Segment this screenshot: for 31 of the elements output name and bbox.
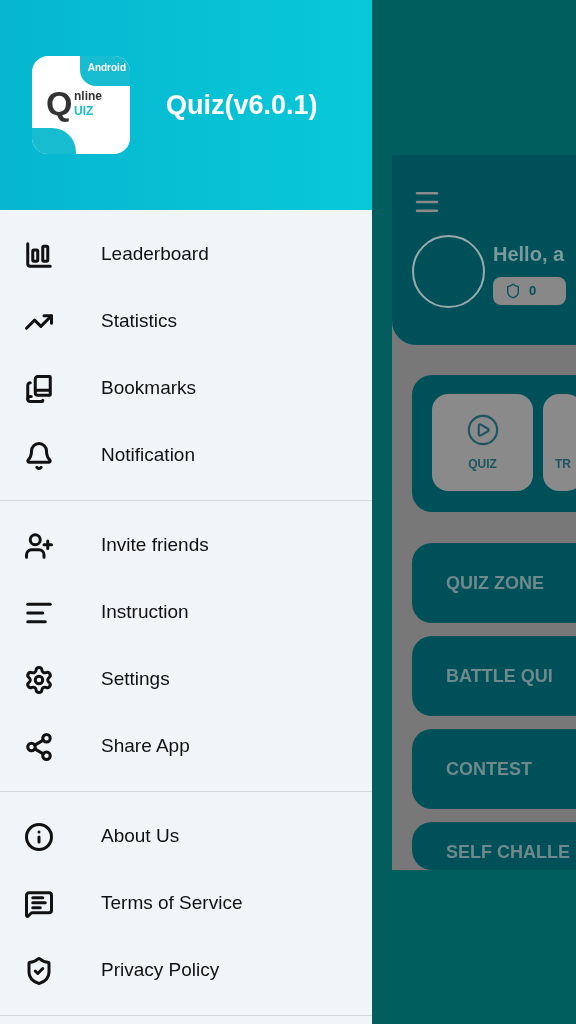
- menu-item[interactable]: Instruction: [0, 579, 372, 646]
- menu-item[interactable]: Settings: [0, 646, 372, 713]
- logo-badge-text: Android: [87, 61, 126, 75]
- app-title: Quiz(v6.0.1): [166, 88, 318, 122]
- logo-splash: [32, 128, 76, 154]
- info-icon: [24, 821, 54, 852]
- bell-icon: [24, 440, 54, 471]
- coin-badge: 0: [493, 277, 566, 305]
- greeting-text: Hello, a: [493, 242, 566, 267]
- menu-item[interactable]: Share App: [0, 713, 372, 780]
- logo-splash: [80, 56, 130, 86]
- bar-chart-icon: [24, 239, 54, 270]
- menu-item[interactable]: Notification: [0, 422, 372, 489]
- logo-word: UIZ: [74, 105, 94, 117]
- play-icon: [465, 412, 500, 447]
- share-icon: [24, 731, 54, 762]
- menu-item[interactable]: Statistics: [0, 288, 372, 355]
- shield-check-icon: [24, 955, 54, 986]
- bookmarks-icon: [24, 373, 54, 404]
- menu-item[interactable]: Terms of Service: [0, 870, 372, 937]
- message-icon: [24, 888, 54, 919]
- add-person-icon: [24, 530, 54, 561]
- logo-word: nline: [74, 90, 102, 102]
- menu-item[interactable]: Bookmarks: [0, 355, 372, 422]
- menu-item[interactable]: About Us: [0, 803, 372, 870]
- settings-icon: [24, 664, 54, 695]
- logo-letter: Q: [46, 86, 73, 120]
- menu-item[interactable]: Leaderboard: [0, 221, 372, 288]
- menu-item[interactable]: Privacy Policy: [0, 937, 372, 1004]
- shield-icon: [505, 283, 521, 299]
- menu-item[interactable]: Invite friends: [0, 512, 372, 579]
